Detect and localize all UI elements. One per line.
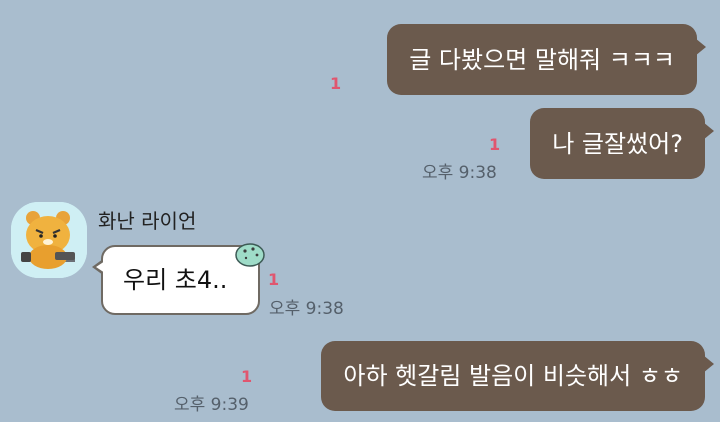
unread-count: 1: [489, 135, 501, 154]
message-text: 글 다봤으면 말해줘 ㅋㅋㅋ: [409, 45, 675, 74]
avatar[interactable]: [11, 202, 87, 278]
message-timestamp: 오후 9:38: [422, 163, 497, 183]
angry-ryan-avatar-icon: [11, 202, 87, 278]
mint-icecream-icon: [235, 243, 265, 267]
my-message-bubble[interactable]: 글 다봤으면 말해줘 ㅋㅋㅋ: [387, 24, 706, 95]
unread-count: 1: [268, 270, 280, 289]
message-text: 우리 초4..: [123, 266, 228, 294]
unread-count: 1: [330, 74, 342, 93]
message-text: 나 글잘썼어?: [552, 129, 683, 158]
message-text: 아하 헷갈림 발음이 비슷해서 ㅎㅎ: [343, 362, 683, 390]
my-message-bubble[interactable]: 나 글잘썼어?: [530, 108, 714, 179]
message-timestamp: 오후 9:38: [269, 299, 344, 319]
unread-count: 1: [241, 367, 253, 386]
my-message-bubble[interactable]: 아하 헷갈림 발음이 비슷해서 ㅎㅎ: [321, 341, 714, 411]
message-timestamp: 오후 9:39: [174, 395, 249, 415]
sender-name: 화난 라이언: [98, 209, 197, 233]
